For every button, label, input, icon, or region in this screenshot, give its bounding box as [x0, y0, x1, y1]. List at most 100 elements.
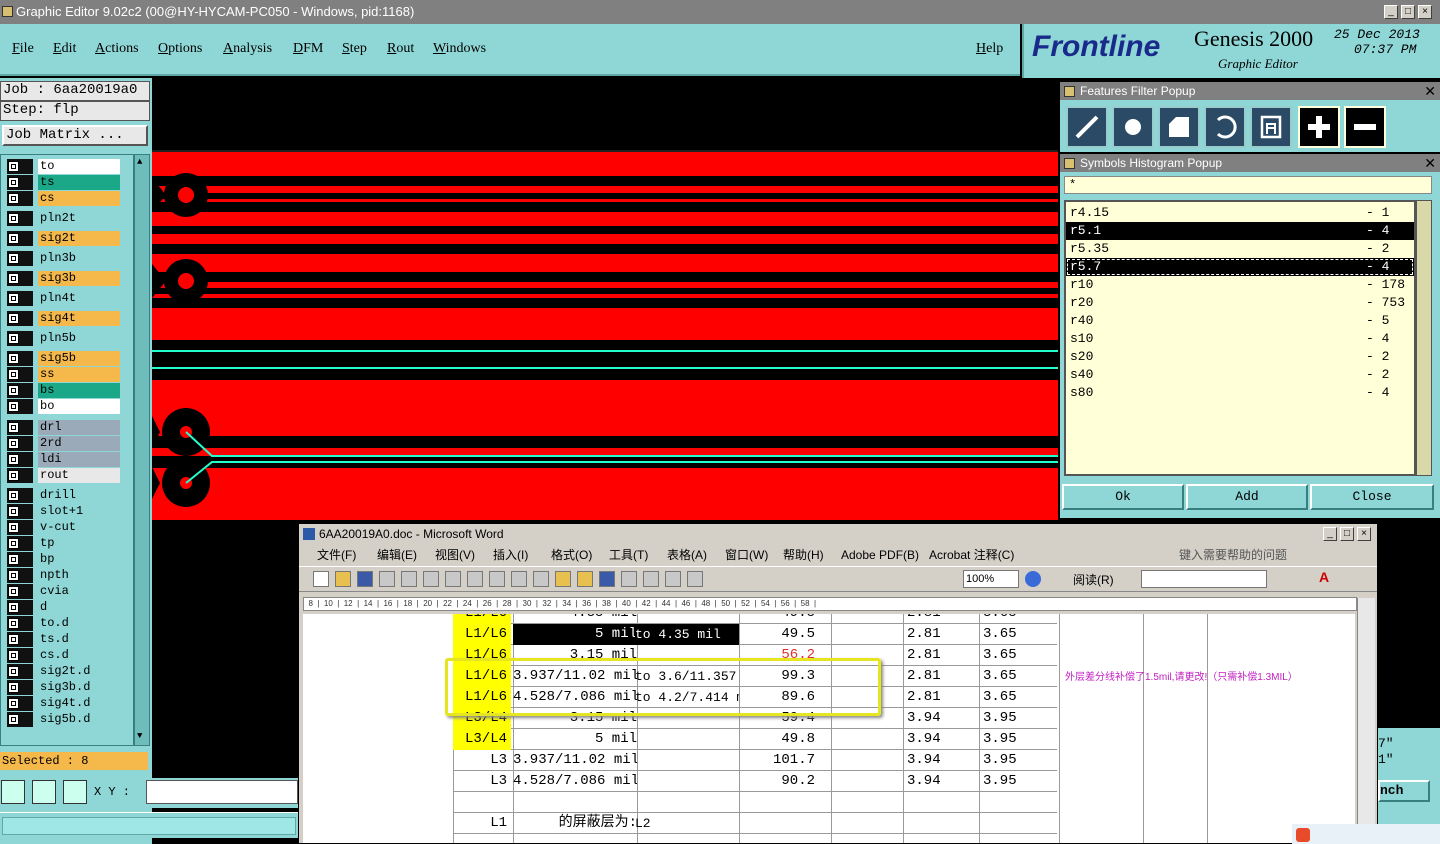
layer-item-tp[interactable]: tp	[4, 536, 120, 551]
layer-item-pln4t[interactable]: pln4t	[4, 291, 120, 306]
maximize-button[interactable]: □	[1401, 5, 1415, 19]
permission-icon[interactable]	[379, 571, 395, 587]
layer-checkbox[interactable]	[8, 554, 19, 565]
redo-icon[interactable]	[621, 571, 637, 587]
copy-icon[interactable]	[533, 571, 549, 587]
close-icon[interactable]: ✕	[1424, 156, 1436, 170]
layer-checkbox[interactable]	[8, 634, 19, 645]
layer-item-sig4t-d[interactable]: sig4t.d	[4, 696, 120, 711]
layer-checkbox[interactable]	[8, 522, 19, 533]
layer-name[interactable]: cs	[38, 191, 120, 206]
layer-name[interactable]: tp	[38, 536, 120, 551]
positive-icon[interactable]	[1298, 106, 1340, 148]
symbol-filter-input[interactable]: *	[1064, 176, 1432, 194]
layer-item-slot-1[interactable]: slot+1	[4, 504, 120, 519]
menu-dfm[interactable]: DFM	[293, 41, 323, 57]
symbol-list[interactable]: r4.15 - 1 r5.1 - 4 r5.35 - 2 r5.7 - 4 r10 - 178 r2…	[1064, 200, 1416, 476]
pad-icon[interactable]	[1112, 106, 1154, 148]
word-menu-table[interactable]: 表格(A)	[667, 544, 707, 566]
measure-tool-icon[interactable]	[32, 780, 56, 804]
symbol-list-scrollbar[interactable]	[1416, 200, 1432, 476]
symbol-row[interactable]: r5.7 - 4	[1066, 258, 1414, 276]
word-menu-edit[interactable]: 编辑(E)	[377, 544, 417, 566]
format-painter-icon[interactable]	[577, 571, 593, 587]
layer-item-sig5b-d[interactable]: sig5b.d	[4, 712, 120, 727]
layer-checkbox[interactable]	[8, 213, 19, 224]
layer-name[interactable]: bo	[38, 399, 120, 414]
layer-checkbox[interactable]	[8, 253, 19, 264]
font-color-icon[interactable]: A	[1319, 569, 1329, 585]
layer-checkbox[interactable]	[8, 438, 19, 449]
zoom-select[interactable]: 100%	[963, 570, 1019, 588]
menu-edit[interactable]: Edit	[53, 41, 76, 57]
close-button[interactable]: Close	[1310, 484, 1434, 510]
new-doc-icon[interactable]	[313, 571, 329, 587]
layer-item-2rd[interactable]: 2rd	[4, 436, 120, 451]
layer-checkbox[interactable]	[8, 353, 19, 364]
layer-name[interactable]: npth	[38, 568, 120, 583]
layer-item-pln5b[interactable]: pln5b	[4, 331, 120, 346]
layer-checkbox[interactable]	[8, 682, 19, 693]
layer-item-rout[interactable]: rout	[4, 468, 120, 483]
text-icon[interactable]	[1250, 106, 1292, 148]
layer-checkbox[interactable]	[8, 666, 19, 677]
layer-checkbox[interactable]	[8, 602, 19, 613]
layer-checkbox[interactable]	[8, 454, 19, 465]
layer-checkbox[interactable]	[8, 570, 19, 581]
menu-analysis[interactable]: Analysis	[223, 41, 272, 57]
layer-checkbox[interactable]	[8, 490, 19, 501]
layer-checkbox[interactable]	[8, 369, 19, 380]
layer-name[interactable]: d	[38, 600, 120, 615]
layer-item-sig5b[interactable]: sig5b	[4, 351, 120, 366]
layer-name[interactable]: pln4t	[38, 291, 120, 306]
word-minimize-button[interactable]: _	[1323, 527, 1337, 541]
layer-name[interactable]: pln2t	[38, 211, 120, 226]
job-matrix-button[interactable]: Job Matrix ...	[2, 125, 148, 146]
layer-item-ts-d[interactable]: ts.d	[4, 632, 120, 647]
layer-name[interactable]: sig2t	[38, 231, 120, 246]
menu-rout[interactable]: Rout	[387, 41, 414, 57]
undo-icon[interactable]	[599, 571, 615, 587]
layer-item-npth[interactable]: npth	[4, 568, 120, 583]
word-close-button[interactable]: ×	[1357, 527, 1371, 541]
layer-name[interactable]: sig4t	[38, 311, 120, 326]
symbol-row[interactable]: s40 - 2	[1066, 366, 1414, 384]
word-menu-format[interactable]: 格式(O)	[551, 544, 592, 566]
layer-checkbox[interactable]	[8, 714, 19, 725]
layer-name[interactable]: slot+1	[38, 504, 120, 519]
layer-checkbox[interactable]	[8, 506, 19, 517]
arc-icon[interactable]	[1204, 106, 1246, 148]
snap-tool-icon[interactable]	[1, 780, 25, 804]
symbol-row[interactable]: r10 - 178	[1066, 276, 1414, 294]
word-scrollbar[interactable]	[1357, 598, 1375, 843]
layer-name[interactable]: sig2t.d	[38, 664, 120, 679]
layer-checkbox[interactable]	[8, 313, 19, 324]
layer-name[interactable]: cs.d	[38, 648, 120, 663]
minimize-button[interactable]: _	[1384, 5, 1398, 19]
layer-name[interactable]: sig4t.d	[38, 696, 120, 711]
word-menu-file[interactable]: 文件(F)	[317, 544, 356, 566]
layer-checkbox[interactable]	[8, 233, 19, 244]
symbol-row[interactable]: s80 - 4	[1066, 384, 1414, 402]
layer-name[interactable]: ldi	[38, 452, 120, 467]
graphic-canvas[interactable]	[152, 78, 1058, 522]
layer-name[interactable]: ts.d	[38, 632, 120, 647]
word-maximize-button[interactable]: □	[1340, 527, 1354, 541]
layer-item-pln3b[interactable]: pln3b	[4, 251, 120, 266]
layer-name[interactable]: v-cut	[38, 520, 120, 535]
save-icon[interactable]	[357, 571, 373, 587]
columns-icon[interactable]	[665, 571, 681, 587]
line-icon[interactable]	[1066, 106, 1108, 148]
layer-item-v-cut[interactable]: v-cut	[4, 520, 120, 535]
layer-checkbox[interactable]	[8, 698, 19, 709]
layer-item-sig2t[interactable]: sig2t	[4, 231, 120, 246]
layer-checkbox[interactable]	[8, 650, 19, 661]
layer-checkbox[interactable]	[8, 422, 19, 433]
symbol-row[interactable]: s10 - 4	[1066, 330, 1414, 348]
layer-checkbox[interactable]	[8, 385, 19, 396]
symbol-row[interactable]: r5.35 - 2	[1066, 240, 1414, 258]
print-icon[interactable]	[423, 571, 439, 587]
layer-name[interactable]: ts	[38, 175, 120, 190]
symbol-row[interactable]: r20 - 753	[1066, 294, 1414, 312]
menu-help[interactable]: Help	[976, 41, 1003, 57]
